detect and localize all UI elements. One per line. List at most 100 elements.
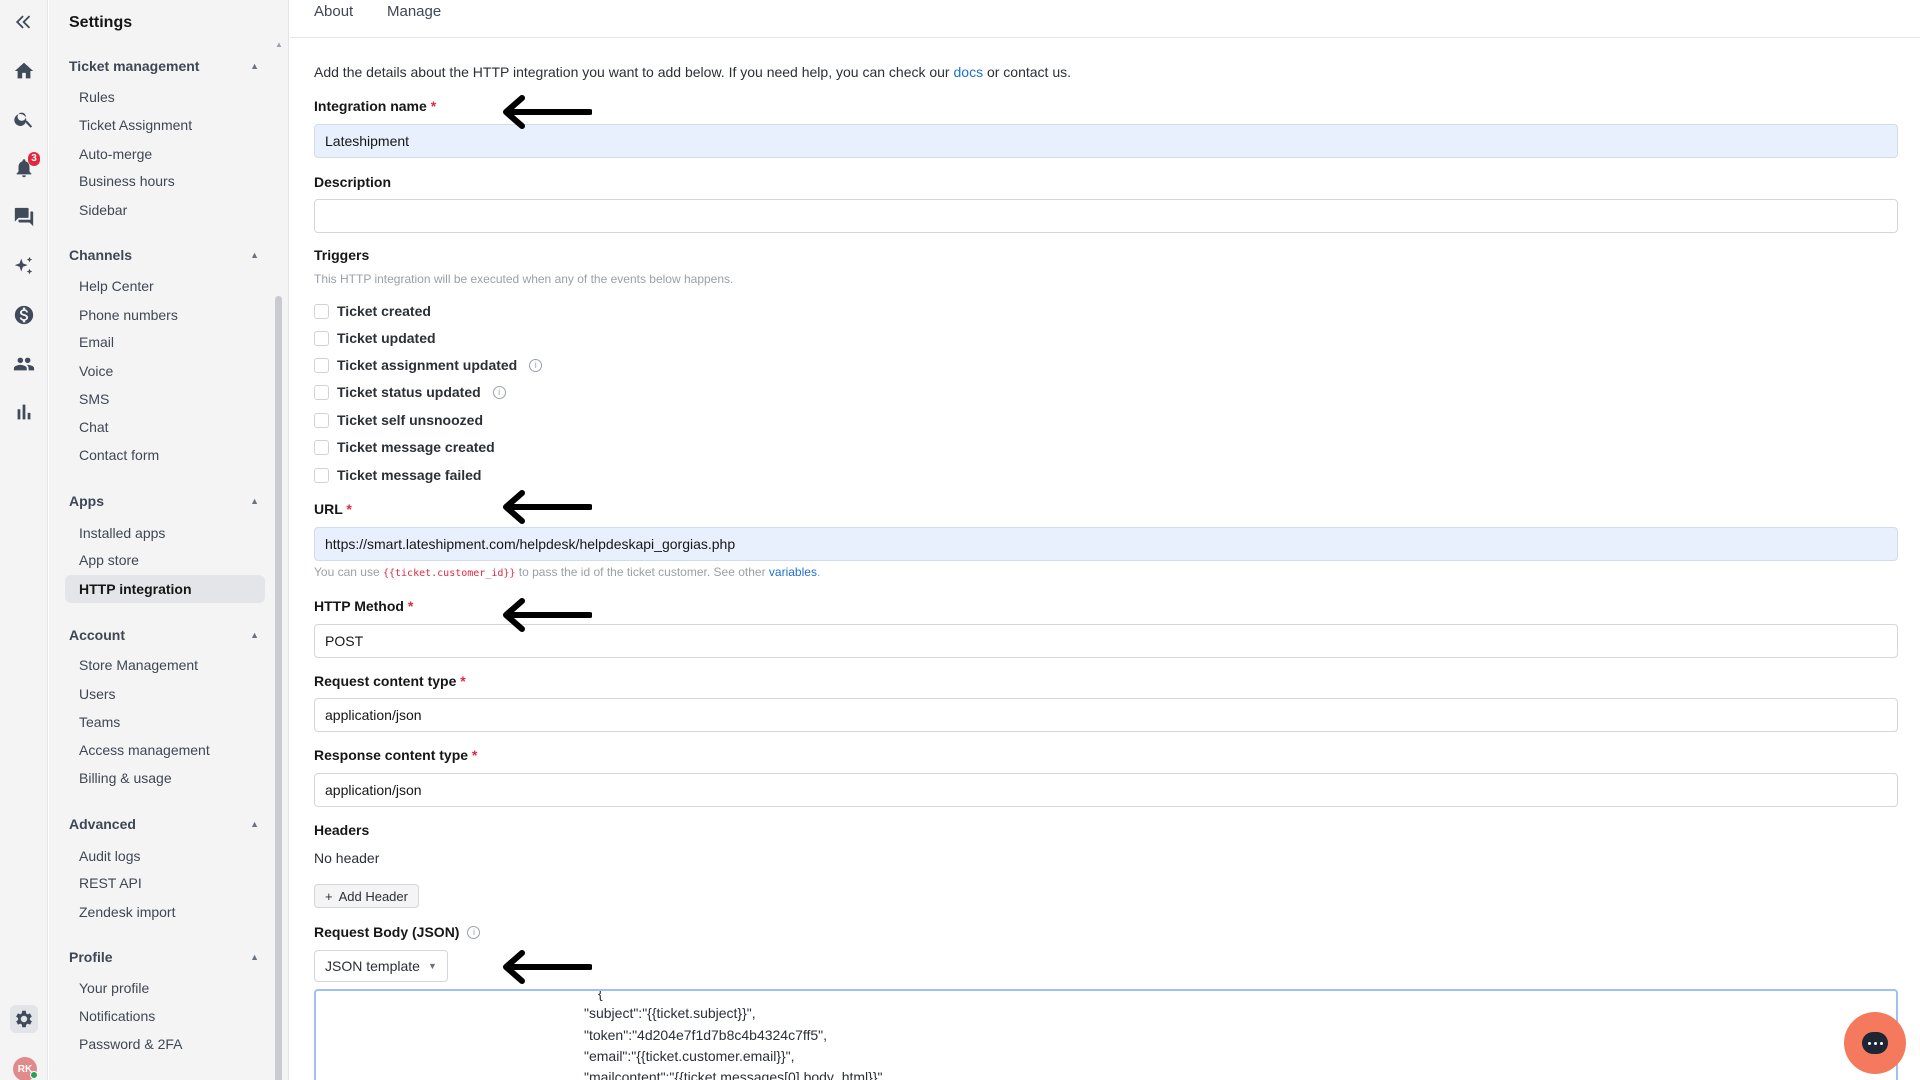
chevron-up-icon: ▲ bbox=[250, 952, 259, 962]
section-label: Apps bbox=[69, 493, 104, 509]
hint-text: You can use bbox=[314, 565, 380, 579]
sidebar-item-http-integration[interactable]: HTTP integration bbox=[65, 575, 265, 603]
sidebar-item-installed-apps[interactable]: Installed apps bbox=[65, 519, 265, 547]
section-account[interactable]: Account ▲ bbox=[69, 627, 259, 643]
label-text: Request content type bbox=[314, 673, 457, 689]
section-label: Ticket management bbox=[69, 58, 200, 74]
sidebar-item-voice[interactable]: Voice bbox=[65, 357, 265, 385]
sidebar-item-zendesk-import[interactable]: Zendesk import bbox=[65, 898, 265, 926]
info-icon[interactable]: i bbox=[492, 385, 506, 399]
sidebar-item-email[interactable]: Email bbox=[65, 328, 265, 356]
url-input[interactable]: https://smart.lateshipment.com/helpdesk/… bbox=[314, 527, 1898, 561]
code-line: "token":"4d204e7f1d7b8c4b4324c7ff5", bbox=[584, 1027, 828, 1043]
user-avatar[interactable]: RK bbox=[13, 1057, 38, 1080]
select-value: JSON template bbox=[325, 958, 420, 974]
sidebar-item-rest-api[interactable]: REST API bbox=[65, 869, 265, 897]
trigger-ticket-status-updated[interactable]: Ticket status updated i bbox=[314, 384, 506, 400]
checkbox[interactable] bbox=[314, 330, 329, 346]
sidebar-item-contact-form[interactable]: Contact form bbox=[65, 441, 265, 469]
trigger-label: Ticket message created bbox=[337, 439, 495, 455]
trigger-label: Ticket updated bbox=[337, 330, 436, 346]
checkbox[interactable] bbox=[314, 384, 329, 400]
headers-label: Headers bbox=[314, 822, 370, 838]
sidebar-item-chat[interactable]: Chat bbox=[65, 413, 265, 441]
conversations-icon[interactable] bbox=[10, 203, 38, 231]
trigger-ticket-created[interactable]: Ticket created bbox=[314, 303, 431, 319]
trigger-ticket-self-unsnoozed[interactable]: Ticket self unsnoozed bbox=[314, 412, 483, 428]
trigger-ticket-message-failed[interactable]: Ticket message failed bbox=[314, 467, 481, 483]
revenue-icon[interactable] bbox=[10, 301, 38, 329]
docs-link[interactable]: docs bbox=[954, 64, 984, 80]
checkbox[interactable] bbox=[314, 439, 329, 455]
json-template-select[interactable]: JSON template ▼ bbox=[314, 950, 448, 982]
trigger-ticket-assignment-updated[interactable]: Ticket assignment updated i bbox=[314, 357, 543, 373]
add-header-button[interactable]: + Add Header bbox=[314, 884, 419, 908]
statistics-icon[interactable] bbox=[10, 398, 38, 426]
search-icon[interactable] bbox=[10, 105, 38, 133]
intro-sentence: Add the details about the HTTP integrati… bbox=[314, 64, 950, 80]
checkbox[interactable] bbox=[314, 357, 329, 373]
collapse-icon[interactable] bbox=[10, 8, 38, 36]
trigger-label: Ticket created bbox=[337, 303, 431, 319]
sidebar-item-sms[interactable]: SMS bbox=[65, 385, 265, 413]
ai-sparkle-icon[interactable] bbox=[10, 252, 38, 280]
section-profile[interactable]: Profile ▲ bbox=[69, 949, 259, 965]
request-body-editor[interactable]: { "subject":"{{ticket.subject}}", "token… bbox=[314, 989, 1898, 1080]
sidebar-item-phone-numbers[interactable]: Phone numbers bbox=[65, 301, 265, 329]
sidebar-item-password-2fa[interactable]: Password & 2FA bbox=[65, 1030, 265, 1058]
annotation-arrow-icon bbox=[503, 490, 592, 524]
scrollbar-thumb[interactable] bbox=[275, 296, 282, 1080]
trigger-ticket-updated[interactable]: Ticket updated bbox=[314, 330, 436, 346]
request-content-type-select[interactable]: application/json bbox=[314, 698, 1898, 732]
trigger-ticket-message-created[interactable]: Ticket message created bbox=[314, 439, 495, 455]
sidebar-item-app-store[interactable]: App store bbox=[65, 546, 265, 574]
sidebar-item-help-center[interactable]: Help Center bbox=[65, 272, 265, 300]
customers-icon[interactable] bbox=[10, 350, 38, 378]
sidebar-item-business-hours[interactable]: Business hours bbox=[65, 167, 265, 195]
section-channels[interactable]: Channels ▲ bbox=[69, 247, 259, 263]
settings-gear-icon[interactable] bbox=[10, 1005, 38, 1033]
info-icon[interactable]: i bbox=[467, 925, 481, 939]
url-hint: You can use {{ticket.customer_id}} to pa… bbox=[314, 565, 820, 579]
sidebar-scrollbar[interactable]: ▲ bbox=[274, 36, 283, 1080]
home-icon[interactable] bbox=[10, 57, 38, 85]
sidebar-item-rules[interactable]: Rules bbox=[65, 83, 265, 111]
variables-link[interactable]: variables bbox=[769, 565, 817, 579]
chat-launcher-button[interactable] bbox=[1844, 1012, 1906, 1074]
trigger-label: Ticket self unsnoozed bbox=[337, 412, 483, 428]
checkbox[interactable] bbox=[314, 412, 329, 428]
sidebar-item-sidebar[interactable]: Sidebar bbox=[65, 196, 265, 224]
section-ticket-management[interactable]: Ticket management ▲ bbox=[69, 58, 259, 74]
section-label: Channels bbox=[69, 247, 133, 263]
trigger-label: Ticket assignment updated bbox=[337, 357, 518, 373]
response-content-type-select[interactable]: application/json bbox=[314, 773, 1898, 807]
sidebar-item-store-management[interactable]: Store Management bbox=[65, 651, 265, 679]
sidebar-item-users[interactable]: Users bbox=[65, 680, 265, 708]
label-text: Integration name bbox=[314, 98, 427, 114]
url-label: URL * bbox=[314, 501, 352, 517]
sidebar-item-ticket-assignment[interactable]: Ticket Assignment bbox=[65, 111, 265, 139]
checkbox[interactable] bbox=[314, 467, 329, 483]
tab-manage[interactable]: Manage bbox=[387, 3, 441, 20]
sidebar-item-notifications[interactable]: Notifications bbox=[65, 1002, 265, 1030]
sidebar-item-auto-merge[interactable]: Auto-merge bbox=[65, 140, 265, 168]
section-advanced[interactable]: Advanced ▲ bbox=[69, 816, 259, 832]
main-content: About Manage Add the details about the H… bbox=[290, 0, 1920, 1080]
sidebar-item-your-profile[interactable]: Your profile bbox=[65, 974, 265, 1002]
checkbox[interactable] bbox=[314, 303, 329, 319]
sidebar-item-teams[interactable]: Teams bbox=[65, 708, 265, 736]
annotation-arrow-icon bbox=[503, 950, 592, 984]
info-icon[interactable]: i bbox=[529, 358, 543, 372]
section-apps[interactable]: Apps ▲ bbox=[69, 493, 259, 509]
notifications-icon[interactable]: 3 bbox=[10, 152, 40, 182]
sidebar-title: Settings bbox=[69, 14, 133, 31]
sidebar-item-access-management[interactable]: Access management bbox=[65, 736, 265, 764]
sidebar-item-billing-usage[interactable]: Billing & usage bbox=[65, 764, 265, 792]
scroll-up-arrow-icon[interactable]: ▲ bbox=[275, 40, 283, 49]
tab-about[interactable]: About bbox=[314, 3, 353, 20]
description-input[interactable] bbox=[314, 199, 1898, 233]
intro-text: Add the details about the HTTP integrati… bbox=[314, 64, 1071, 80]
sidebar-item-audit-logs[interactable]: Audit logs bbox=[65, 842, 265, 870]
required-asterisk: * bbox=[407, 598, 414, 614]
section-label: Profile bbox=[69, 949, 113, 965]
